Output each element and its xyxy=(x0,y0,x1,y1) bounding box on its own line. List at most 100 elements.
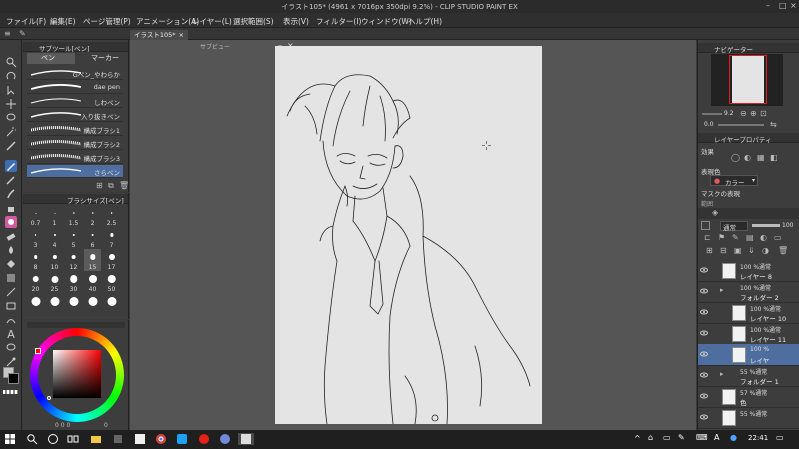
fill-tool-icon[interactable] xyxy=(5,258,17,270)
mask-icon[interactable]: ◐ xyxy=(760,233,767,242)
brush-item[interactable]: Gペン_やわらか xyxy=(27,67,123,80)
zoom-in-icon[interactable]: ⊕ xyxy=(750,109,757,118)
maximize-icon[interactable]: □ xyxy=(779,1,787,10)
brush-size-cell[interactable]: 20 xyxy=(27,271,44,293)
visibility-eye-icon[interactable] xyxy=(700,372,708,378)
delete-layer-icon[interactable]: 🗑 xyxy=(778,246,788,255)
close-icon[interactable]: × xyxy=(790,1,797,10)
tab-marker[interactable]: マーカー xyxy=(77,53,125,64)
blend-mode-select[interactable]: 通常 xyxy=(720,221,748,232)
discord-icon[interactable] xyxy=(219,433,231,445)
layer-row[interactable]: 57 %通常色 xyxy=(698,386,799,408)
navigator-preview[interactable] xyxy=(711,54,783,106)
brush-size-cell[interactable]: 7 xyxy=(103,227,120,249)
brush-size-cell[interactable]: 2 xyxy=(84,205,101,227)
canvas-paper[interactable] xyxy=(275,46,542,425)
reference-layer-icon[interactable]: ⚑ xyxy=(718,233,725,242)
brush-size-cell[interactable]: 50 xyxy=(103,271,120,293)
tab-close-icon[interactable]: × xyxy=(179,30,184,40)
new-folder-icon[interactable]: ▣ xyxy=(734,246,742,255)
chrome-icon[interactable] xyxy=(155,433,167,445)
draft-layer-icon[interactable]: ✎ xyxy=(732,233,739,242)
menu-layer[interactable]: レイヤー(L) xyxy=(192,16,232,27)
layer-folder-row[interactable]: ▸ 55 %通常 フォルダー 1 xyxy=(698,365,799,387)
layer-color-icon[interactable]: ◧ xyxy=(770,153,778,162)
cortana-icon[interactable] xyxy=(47,433,59,445)
border-effect-icon[interactable]: ◯ xyxy=(731,153,740,162)
visibility-eye-icon[interactable] xyxy=(700,288,708,294)
new-vector-layer-icon[interactable]: ⊟ xyxy=(720,246,727,255)
minimize-icon[interactable]: – xyxy=(766,1,770,10)
figure-tool-icon[interactable] xyxy=(5,286,17,298)
menu-toggle-icon[interactable]: ≡ xyxy=(4,29,11,38)
ruler-icon[interactable]: ▭ xyxy=(774,233,782,242)
brush-item[interactable]: 構成ブラシ2 xyxy=(27,137,123,150)
airbrush-icon[interactable] xyxy=(5,202,17,214)
layer-panel-icon[interactable]: ◈ xyxy=(712,208,718,217)
eraser-icon[interactable] xyxy=(5,230,17,242)
operation-tool-icon[interactable] xyxy=(5,84,17,96)
windows-start-icon[interactable] xyxy=(4,433,16,445)
brush-item[interactable]: 構成ブラシ3 xyxy=(27,151,123,164)
visibility-eye-icon[interactable] xyxy=(700,309,708,315)
menu-page[interactable]: ページ管理(P) xyxy=(83,16,131,27)
brush-size-cell[interactable] xyxy=(46,293,63,315)
brush-item[interactable]: しわペン xyxy=(27,95,123,108)
brush-size-cell[interactable] xyxy=(103,293,120,315)
balloon-tool-icon[interactable] xyxy=(5,342,17,354)
chevron-up-icon[interactable]: ^ xyxy=(634,434,641,443)
decoration-tool-icon[interactable] xyxy=(5,216,17,228)
visibility-eye-icon[interactable] xyxy=(700,330,708,336)
brush-tool-icon[interactable] xyxy=(5,188,17,200)
fit-view-icon[interactable]: ⊡ xyxy=(760,109,767,118)
clip-layer-icon[interactable]: ⊏ xyxy=(704,233,711,242)
layer-row[interactable]: 55 %通常 xyxy=(698,407,799,429)
pencil-tool-icon[interactable] xyxy=(5,174,17,186)
layer-row[interactable]: 100 %通常 レイヤー 8 xyxy=(698,260,799,282)
rotate-slider[interactable] xyxy=(718,124,764,126)
frame-tool-icon[interactable] xyxy=(5,300,17,312)
brush-size-cell[interactable]: 40 xyxy=(84,271,101,293)
mask-layer-icon[interactable]: ◑ xyxy=(762,246,769,255)
menu-view[interactable]: 表示(V) xyxy=(283,16,309,27)
menu-filter[interactable]: フィルター(I) xyxy=(316,16,361,27)
tone-effect-icon[interactable]: ▦ xyxy=(757,153,765,162)
color-cursor[interactable] xyxy=(47,396,51,400)
magic-wand-icon[interactable] xyxy=(5,126,17,138)
brush-item[interactable]: 入り抜きペン xyxy=(27,109,123,122)
youtube-icon[interactable] xyxy=(198,433,210,445)
delete-subtool-icon[interactable]: 🗑 xyxy=(119,181,129,190)
menu-selection[interactable]: 選択範囲(S) xyxy=(233,16,274,27)
bluetooth-icon[interactable]: ● xyxy=(730,433,737,442)
pen-input-icon[interactable]: ✎ xyxy=(678,433,685,442)
brush-size-cell[interactable]: 17 xyxy=(103,249,120,271)
hue-marker[interactable] xyxy=(35,348,41,354)
ruler-tool-icon[interactable] xyxy=(5,314,17,326)
brush-size-cell[interactable]: 0.7 xyxy=(27,205,44,227)
gradient-tool-icon[interactable] xyxy=(5,272,17,284)
merge-down-icon[interactable]: ⇓ xyxy=(748,246,755,255)
lasso-tool-icon[interactable] xyxy=(5,112,17,124)
brush-size-cell[interactable]: 1 xyxy=(46,205,63,227)
brush-size-cell[interactable]: 2.5 xyxy=(103,205,120,227)
visibility-eye-icon[interactable] xyxy=(700,267,708,273)
add-subtool-icon[interactable]: ⊞ xyxy=(96,181,103,190)
main-color-swatch[interactable] xyxy=(8,373,19,384)
task-view-icon[interactable] xyxy=(67,433,79,445)
pen-tool-icon[interactable] xyxy=(5,160,17,172)
app-icon[interactable] xyxy=(112,433,124,445)
visibility-eye-icon[interactable] xyxy=(700,393,708,399)
text-tool-icon[interactable]: A xyxy=(5,328,17,341)
new-raster-layer-icon[interactable]: ⊞ xyxy=(706,246,713,255)
document-tab[interactable]: イラスト105* × xyxy=(130,30,188,40)
layer-lock-icon[interactable] xyxy=(701,221,710,230)
brush-item[interactable]: dae pen xyxy=(27,81,123,94)
brush-size-cell[interactable]: 30 xyxy=(65,271,82,293)
layer-row[interactable]: 100 %通常 レイヤー 11 xyxy=(698,323,799,345)
search-icon[interactable] xyxy=(26,433,38,445)
pen-icon[interactable]: ✎ xyxy=(19,29,26,38)
clip-studio-icon[interactable] xyxy=(134,433,146,445)
layer-folder-row[interactable]: ▸ 100 %通常 フォルダー 2 xyxy=(698,281,799,303)
watercolor-effect-icon[interactable]: ◐ xyxy=(744,153,751,162)
brush-size-cell[interactable]: 10 xyxy=(46,249,63,271)
